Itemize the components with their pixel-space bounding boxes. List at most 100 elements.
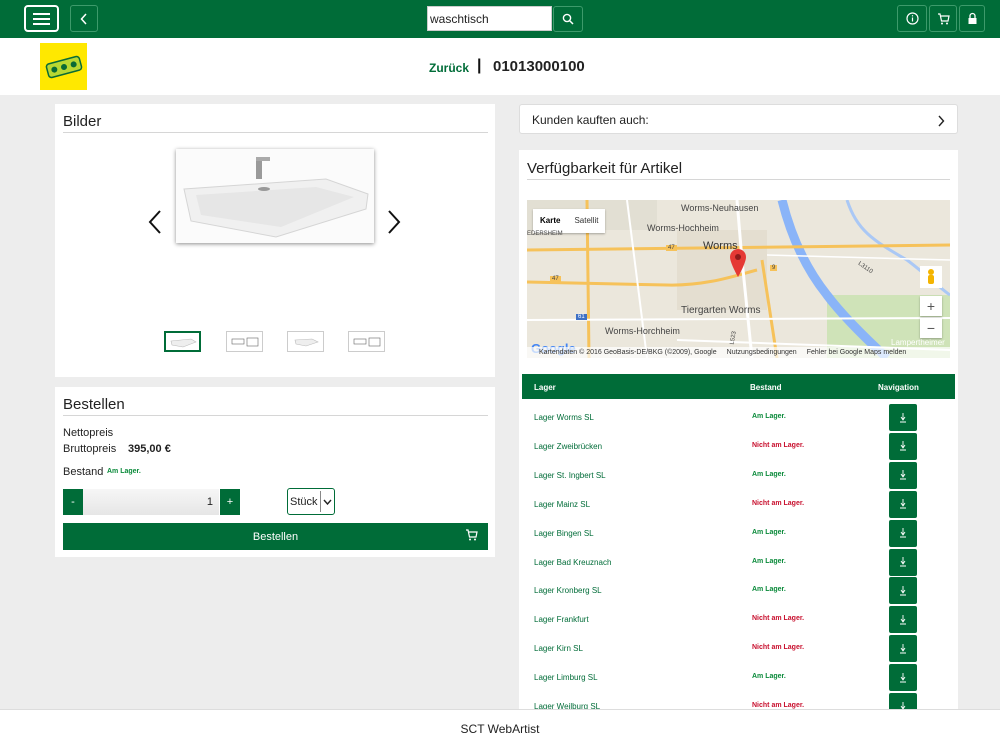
- customers-also-bought[interactable]: Kunden kauften auch:: [519, 104, 958, 134]
- search-button[interactable]: [553, 6, 583, 32]
- stock-table-row: Lager Worms SL Am Lager.: [522, 403, 955, 432]
- navigation-button[interactable]: [889, 519, 917, 547]
- stock-table-row: Lager Zweibrücken Nicht am Lager.: [522, 432, 955, 461]
- road-badge-61: 61: [576, 314, 587, 320]
- select-arrow: [320, 491, 334, 512]
- search-input[interactable]: [427, 6, 552, 31]
- navigation-button[interactable]: [889, 635, 917, 663]
- cart-button[interactable]: [929, 5, 957, 32]
- order-title: Bestellen: [63, 396, 125, 413]
- map-label-tiergarten: Tiergarten Worms: [681, 305, 761, 316]
- koenig-logo[interactable]: [40, 43, 87, 90]
- stock-status: Am Lager.: [752, 528, 786, 536]
- col-header-navigation: Navigation: [878, 383, 919, 392]
- order-title-divider: [63, 415, 488, 416]
- article-number: 01013000100: [493, 58, 585, 75]
- navigation-button[interactable]: [889, 432, 917, 460]
- navigation-button[interactable]: [889, 577, 917, 605]
- page-footer: SCT WebArtist: [0, 709, 1000, 750]
- chevron-down-icon: [323, 499, 332, 505]
- stock-table-header: Lager Bestand Navigation: [522, 374, 955, 399]
- login-button[interactable]: [959, 5, 985, 32]
- image-next-arrow[interactable]: [387, 209, 401, 241]
- thumbnail-4[interactable]: [348, 331, 385, 352]
- chevron-right-icon: [388, 210, 401, 234]
- navigation-pin-icon: [900, 499, 906, 509]
- unit-select[interactable]: Stück: [287, 488, 335, 515]
- map-terms-link[interactable]: Nutzungsbedingungen: [727, 349, 797, 356]
- quantity-input[interactable]: [83, 489, 219, 515]
- map-label-lampertheimer: Lampertheimer: [891, 338, 945, 347]
- stock-status: Am Lager.: [107, 468, 141, 475]
- top-bar: [0, 0, 1000, 38]
- cart-icon: [937, 12, 950, 24]
- washbasin-thumb-icon: [294, 338, 319, 346]
- navigation-pin-icon: [900, 412, 906, 422]
- navigation-pin-icon: [900, 557, 906, 567]
- image-prev-arrow[interactable]: [148, 209, 162, 241]
- warehouse-name: Lager Kirn SL: [534, 644, 583, 654]
- header-back-link[interactable]: Zurück: [429, 61, 469, 75]
- product-main-image[interactable]: [176, 149, 374, 243]
- quantity-decrease-button[interactable]: -: [63, 489, 83, 515]
- back-nav-button[interactable]: [70, 5, 98, 32]
- gross-price-label: Bruttopreis: [63, 443, 117, 455]
- stock-status: Am Lager.: [752, 586, 786, 594]
- navigation-pin-icon: [900, 585, 906, 596]
- stock-label: Bestand: [63, 466, 104, 478]
- map-pin-icon[interactable]: [730, 249, 746, 277]
- stock-table-row: Lager Mainz SL Nicht am Lager.: [522, 490, 955, 519]
- warehouse-name: Lager Worms SL: [534, 413, 594, 422]
- page-header: Zurück | 01013000100: [0, 38, 1000, 95]
- warehouse-name: Lager St. Ingbert SL: [534, 470, 606, 480]
- navigation-button[interactable]: [889, 461, 917, 489]
- map-report-link[interactable]: Fehler bei Google Maps melden: [807, 349, 907, 356]
- navigation-pin-icon: [900, 643, 906, 654]
- map-tab-map[interactable]: Karte: [533, 209, 567, 233]
- gross-price-value: 395,00 €: [128, 443, 171, 455]
- search-icon: [562, 13, 574, 25]
- road-badge-47b: 47: [550, 276, 561, 282]
- thumbnail-1[interactable]: [164, 331, 201, 352]
- images-title: Bilder: [63, 113, 102, 130]
- net-price-label: Nettopreis: [63, 427, 114, 439]
- warehouse-name: Lager Bad Kreuznach: [534, 557, 612, 567]
- road-badge-9: 9: [770, 265, 778, 271]
- map-label-worms-neuhausen: Worms-Neuhausen: [681, 203, 759, 213]
- navigation-button[interactable]: [889, 606, 917, 634]
- quantity-increase-button[interactable]: +: [220, 489, 240, 515]
- navigation-button[interactable]: [889, 404, 917, 431]
- map-zoom-out-button[interactable]: −: [920, 318, 942, 338]
- map-label-edersheim: EDERSHEIM: [527, 231, 563, 237]
- customers-also-bought-label: Kunden kauften auch:: [532, 113, 649, 127]
- stock-table-row: Lager Kirn SL Nicht am Lager.: [522, 634, 955, 663]
- order-button[interactable]: Bestellen: [63, 523, 488, 550]
- stock-table-row: Lager St. Ingbert SL Am Lager.: [522, 461, 955, 490]
- stock-status: Nicht am Lager.: [752, 441, 805, 449]
- stock-status: Am Lager.: [752, 557, 786, 565]
- header-separator: |: [477, 57, 482, 74]
- availability-map[interactable]: Karte Satellit Worms-Neuhausen Worms-Hoc…: [527, 200, 950, 358]
- stock-table-row: Lager Frankfurt Nicht am Lager.: [522, 605, 955, 634]
- stock-table-row: Lager Kronberg SL Am Lager.: [522, 576, 955, 605]
- menu-button[interactable]: [24, 5, 59, 32]
- navigation-button[interactable]: [889, 664, 917, 692]
- map-tab-satellite[interactable]: Satellit: [567, 209, 605, 233]
- navigation-button[interactable]: [889, 490, 917, 518]
- col-header-bestand: Bestand: [750, 383, 782, 392]
- warehouse-name: Lager Frankfurt: [534, 615, 589, 625]
- map-label-worms-horchheim: Worms-Horchheim: [605, 326, 680, 336]
- stock-status: Nicht am Lager.: [752, 702, 805, 709]
- info-button[interactable]: [897, 5, 927, 32]
- navigation-button[interactable]: [889, 548, 917, 576]
- logo-icon: [45, 55, 82, 78]
- thumbnail-2[interactable]: [226, 331, 263, 352]
- pegman-icon[interactable]: [920, 266, 942, 288]
- map-zoom-in-button[interactable]: +: [920, 296, 942, 316]
- warehouse-name: Lager Bingen SL: [534, 528, 594, 538]
- warehouse-name: Lager Limburg SL: [534, 673, 598, 683]
- unit-select-value: Stück: [290, 495, 318, 508]
- technical-drawing-icon: [353, 337, 380, 346]
- warehouse-name: Lager Mainz SL: [534, 499, 591, 509]
- thumbnail-3[interactable]: [287, 331, 324, 352]
